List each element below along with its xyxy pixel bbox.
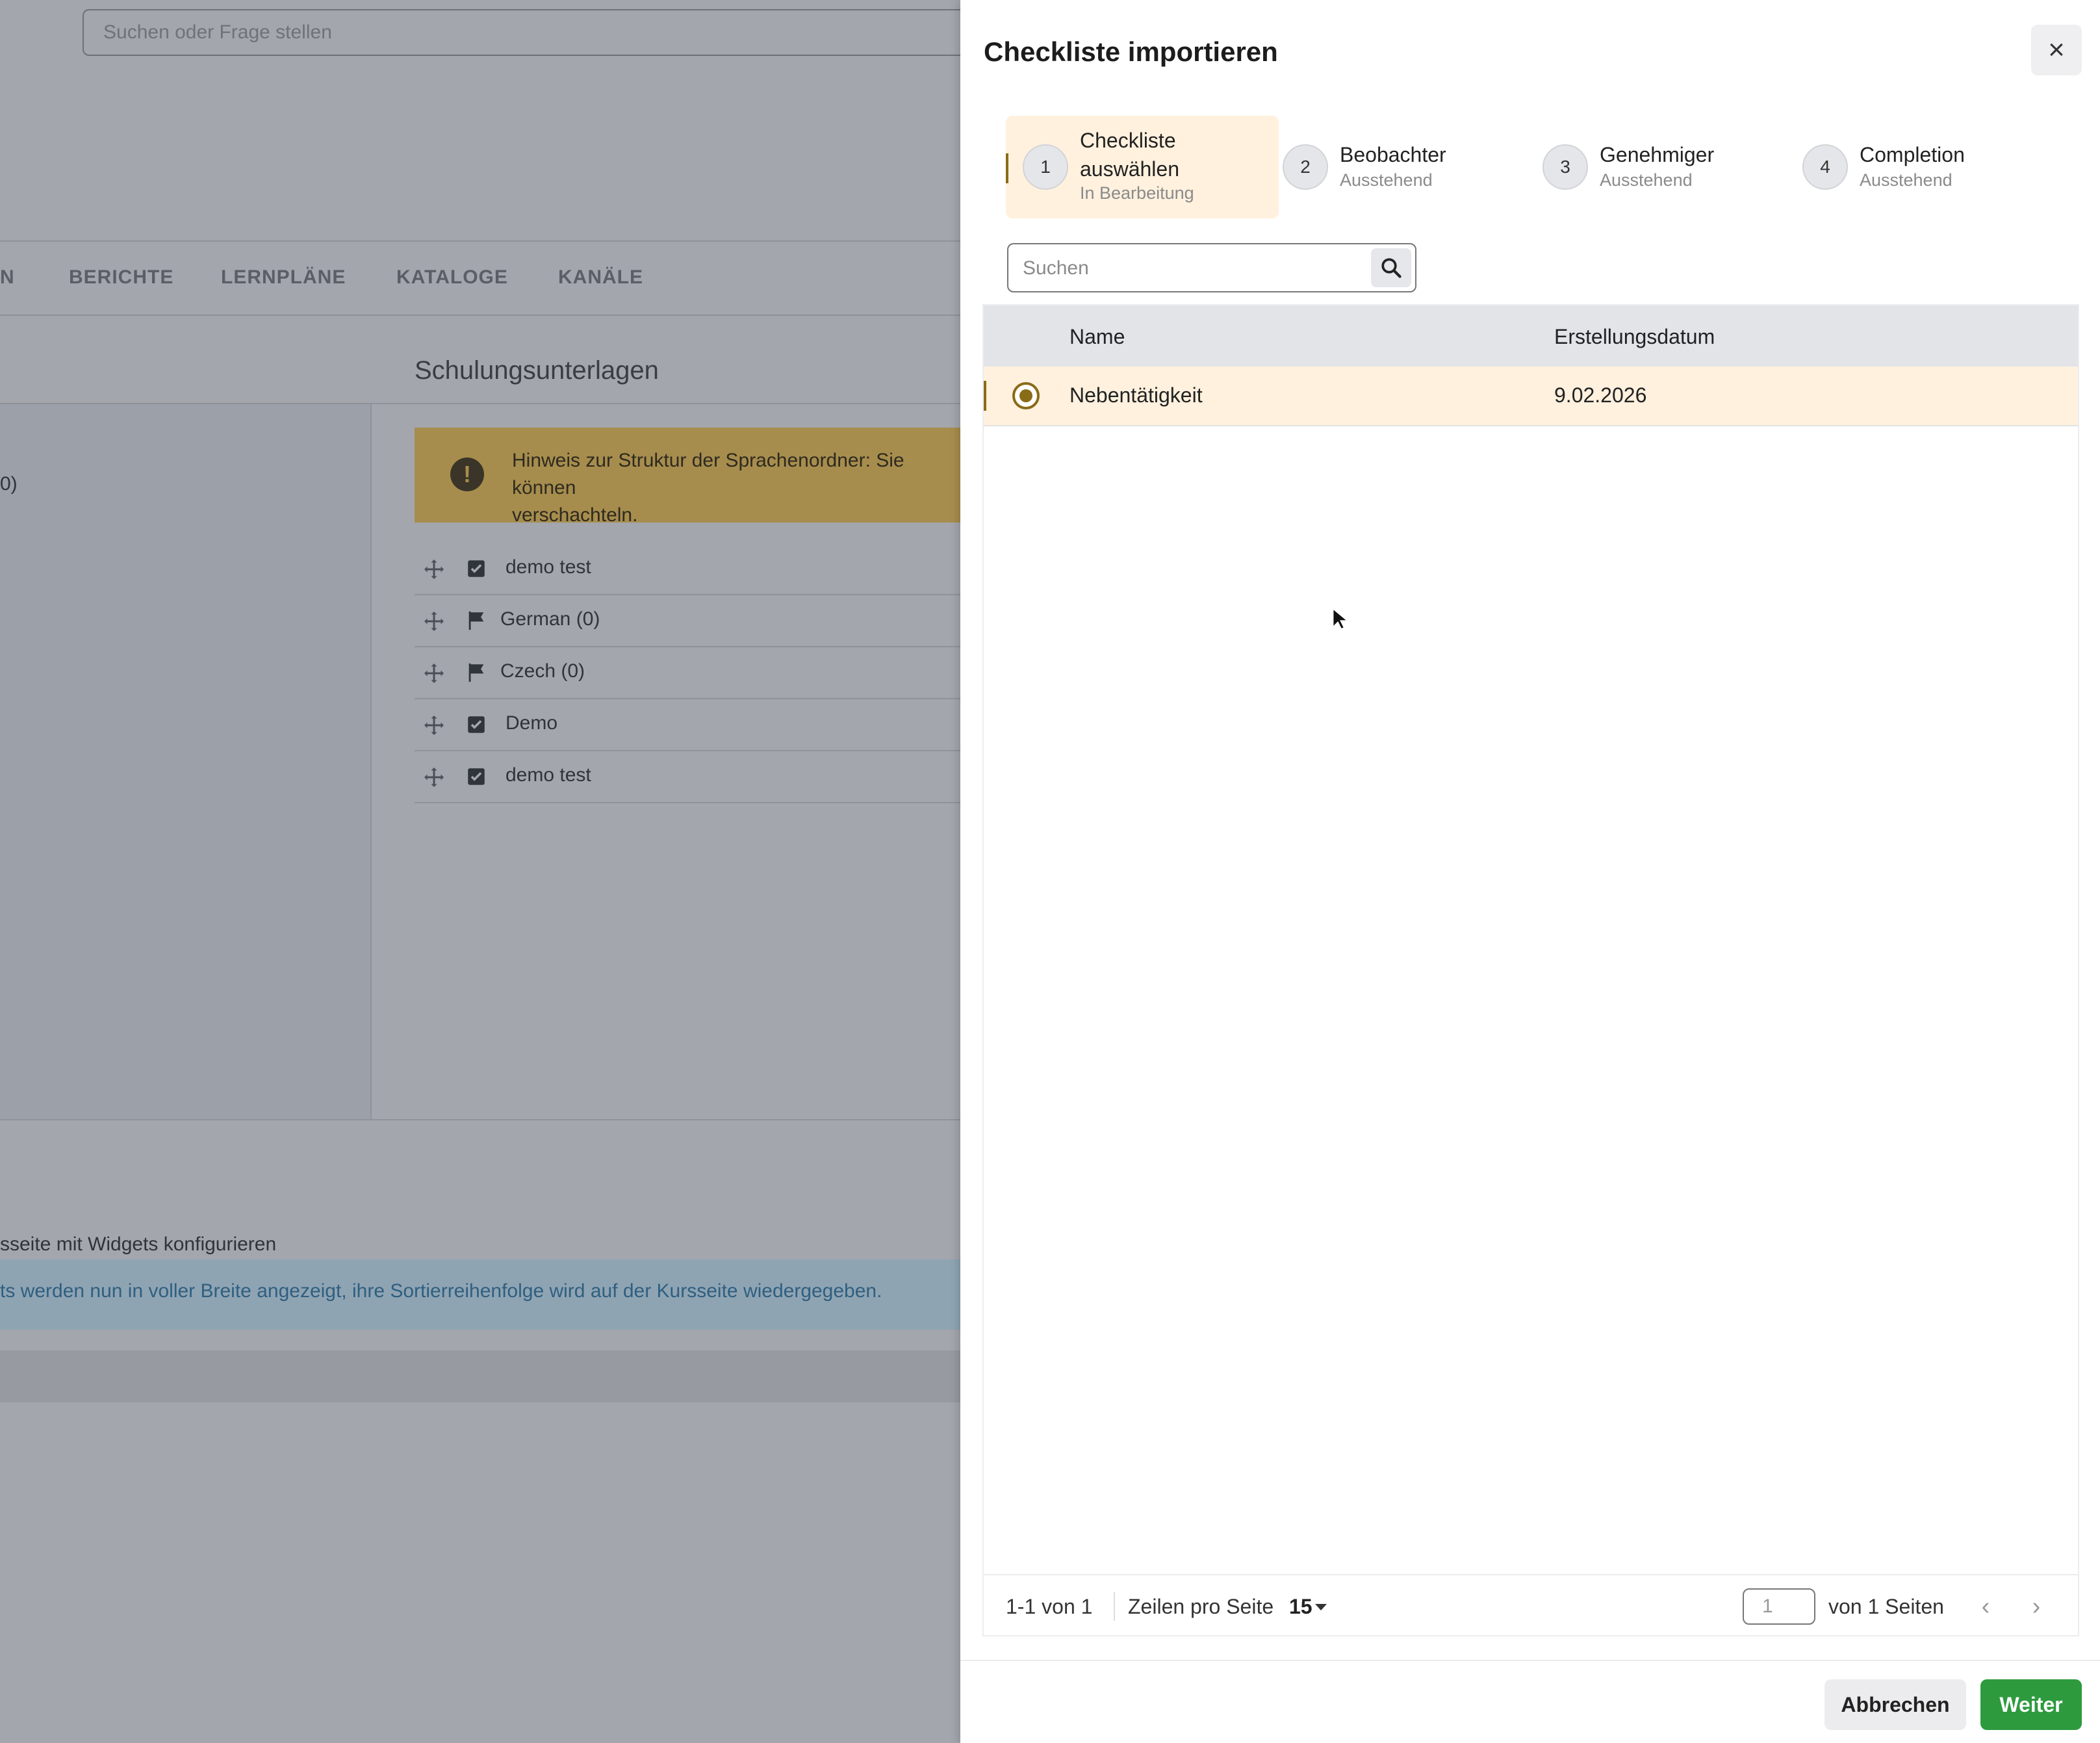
list-item[interactable]: Demo	[415, 699, 973, 751]
step-label: Beobachter	[1340, 143, 1446, 166]
row-radio-selected[interactable]	[1012, 382, 1040, 409]
table-pagination: 1-1 von 1 Zeilen pro Seite 15 1 von 1 Se…	[984, 1574, 2078, 1638]
column-header-date[interactable]: Erstellungsdatum	[1554, 325, 1715, 349]
footer-divider	[960, 1660, 2100, 1661]
move-handle-icon[interactable]	[422, 714, 446, 737]
step-status: Ausstehend	[1340, 170, 1433, 190]
step-label: Completion	[1860, 143, 1965, 166]
row-name: Nebentätigkeit	[1069, 383, 1203, 407]
warning-text: Hinweis zur Struktur der Sprachenordner:…	[512, 450, 904, 526]
move-handle-icon[interactable]	[422, 662, 446, 685]
cancel-button[interactable]: Abbrechen	[1825, 1679, 1966, 1730]
page-count-text: von 1 Seiten	[1828, 1595, 1944, 1618]
checklist-search	[1007, 243, 1416, 292]
nav-tab-lernplaene[interactable]: LERNPLÄNE	[221, 266, 346, 289]
left-panel	[0, 404, 372, 1120]
table-row[interactable]: Nebentätigkeit 9.02.2026	[984, 367, 2078, 426]
mouse-cursor-icon	[1332, 607, 1348, 630]
info-banner-text: ts werden nun in voller Breite angezeigt…	[0, 1280, 882, 1302]
dialog-title: Checkliste importieren	[984, 36, 1278, 67]
nav-tab-partial[interactable]: N	[0, 266, 15, 289]
global-search-input[interactable]: Suchen oder Frage stellen	[83, 9, 992, 56]
list-item[interactable]: demo test	[415, 751, 973, 803]
step-number: 3	[1543, 144, 1588, 190]
step-status: Ausstehend	[1600, 170, 1693, 190]
widgets-config-text: sseite mit Widgets konfigurieren	[0, 1233, 277, 1255]
chevron-down-icon[interactable]	[1315, 1604, 1327, 1610]
close-icon[interactable]: ×	[2031, 25, 2082, 75]
list-item[interactable]: German (0)	[415, 595, 973, 647]
search-icon	[1381, 258, 1402, 278]
step-status: Ausstehend	[1860, 170, 1953, 190]
material-list: demo test German (0) Czech (0) Demo demo…	[415, 543, 973, 803]
checkbox-icon	[468, 560, 485, 577]
section-heading: Schulungsunterlagen	[415, 356, 659, 385]
list-item[interactable]: demo test	[415, 543, 973, 595]
bottom-bar	[0, 1350, 962, 1402]
list-item-label: German (0)	[500, 608, 600, 630]
move-handle-icon[interactable]	[422, 558, 446, 581]
step-status: In Bearbeitung	[1080, 183, 1194, 203]
step-approver[interactable]: 3 Genehmiger Ausstehend	[1526, 116, 1773, 218]
step-select-checklist[interactable]: 1 Checkliste auswählen In Bearbeitung	[1006, 116, 1279, 218]
row-date: 9.02.2026	[1554, 383, 1647, 407]
step-observer[interactable]: 2 Beobachter Ausstehend	[1266, 116, 1513, 218]
range-text: 1-1 von 1	[1006, 1595, 1093, 1618]
checklist-table: Name Erstellungsdatum Nebentätigkeit 9.0…	[982, 304, 2079, 1636]
move-handle-icon[interactable]	[422, 766, 446, 789]
info-banner: ts werden nun in voller Breite angezeigt…	[0, 1259, 962, 1330]
flag-icon	[468, 611, 484, 630]
move-handle-icon[interactable]	[422, 610, 446, 633]
pagination-divider	[1114, 1592, 1115, 1621]
list-item-label: Demo	[506, 712, 558, 734]
nav-tab-berichte[interactable]: BERICHTE	[69, 266, 173, 289]
warning-banner: ! Hinweis zur Struktur der Sprachenordne…	[415, 428, 973, 526]
checkbox-icon	[468, 768, 485, 785]
next-button[interactable]: Weiter	[1980, 1679, 2082, 1730]
nav-tab-kataloge[interactable]: KATALOGE	[396, 266, 508, 289]
heading-divider	[0, 403, 962, 404]
selected-row-indicator	[984, 381, 986, 411]
header-divider	[0, 240, 962, 242]
list-item-label: demo test	[506, 764, 591, 786]
step-number: 2	[1283, 144, 1328, 190]
stepper: 1 Checkliste auswählen In Bearbeitung 2 …	[1006, 116, 2058, 218]
list-item[interactable]: Czech (0)	[415, 647, 973, 699]
exclamation-icon: !	[450, 458, 484, 491]
step-number: 1	[1023, 144, 1068, 190]
step-label: Checkliste auswählen	[1080, 129, 1179, 181]
nav-tab-kanaele[interactable]: KANÄLE	[558, 266, 643, 289]
previous-page-icon[interactable]: ‹	[1973, 1591, 1999, 1622]
list-item-label: Czech (0)	[500, 660, 585, 682]
step-label: Genehmiger	[1600, 143, 1715, 166]
step-completion[interactable]: 4 Completion Ausstehend	[1786, 116, 2045, 218]
search-button[interactable]	[1371, 248, 1411, 287]
rows-per-page-select[interactable]: 15	[1289, 1595, 1312, 1619]
import-checklist-dialog: Checkliste importieren × 1 Checkliste au…	[960, 0, 2100, 1743]
content-divider	[0, 1119, 962, 1120]
page-number-input[interactable]: 1	[1743, 1588, 1815, 1625]
step-number: 4	[1802, 144, 1848, 190]
next-page-icon[interactable]: ›	[2023, 1591, 2049, 1622]
flag-icon	[468, 663, 484, 682]
rows-per-page-label: Zeilen pro Seite	[1128, 1595, 1274, 1618]
active-step-indicator	[1006, 153, 1008, 183]
nav-divider	[0, 315, 962, 316]
table-header: Name Erstellungsdatum	[984, 305, 2078, 367]
checkbox-icon	[468, 716, 485, 733]
column-header-name[interactable]: Name	[1069, 325, 1125, 349]
search-input[interactable]	[1021, 251, 1362, 286]
list-item-label: demo test	[506, 556, 591, 578]
left-panel-text: 0)	[0, 473, 18, 495]
